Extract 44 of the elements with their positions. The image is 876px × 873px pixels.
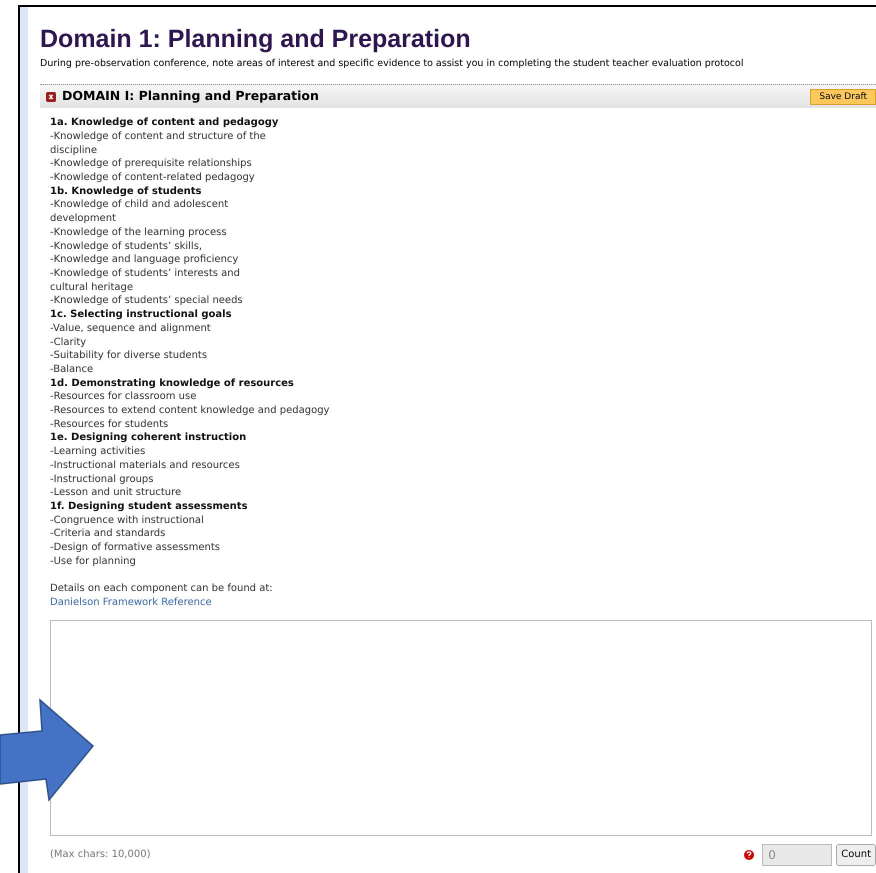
list-text: -Knowledge of prerequisite relationships [50, 157, 252, 172]
arrow-icon [0, 697, 96, 803]
list-text: -Instructional materials and resources [50, 458, 240, 473]
section-heading: 1c. Selecting instructional goals [50, 308, 232, 322]
section-heading: 1a. Knowledge of content and pedagogy [50, 116, 278, 130]
list-text: -Resources to extend content knowledge and pedagogy [50, 404, 330, 418]
section-heading: 1f. Designing student assessments [50, 500, 248, 514]
list-text: -Knowledge of content-related pedagogy [50, 171, 255, 185]
section-heading: 1b. Knowledge of students [50, 184, 202, 198]
list-text: -Knowledge of child and adolescent [50, 198, 228, 212]
list-text: -Value, sequence and alignment [50, 322, 211, 336]
list-text: -Congruence with instructional [50, 514, 204, 528]
list-text: -Suitability for diverse students [50, 349, 208, 363]
list-text: -Design of formative assessments [50, 541, 220, 555]
list-text: development [50, 212, 116, 226]
list-text: -Resources for classroom use [50, 390, 196, 404]
list-text: -Clarity [50, 336, 86, 350]
save-draft-button[interactable]: Save Draft [810, 88, 876, 105]
section-heading: 1e. Designing coherent instruction [50, 431, 246, 446]
collapse-icon[interactable] [46, 92, 56, 102]
list-text: -Knowledge of content and structure of the [50, 130, 266, 144]
max-chars-text: (Max chars: 10,000) [50, 848, 150, 862]
list-text: -Resources for students [50, 418, 168, 432]
list-text: -Knowledge of students’ special needs [50, 294, 243, 308]
list-text: -Lesson and unit structure [50, 486, 182, 500]
details-text: Details on each component can be found at: [50, 582, 273, 596]
list-text: cultural heritage [50, 280, 133, 294]
section-title: DOMAIN I: Planning and Preparation [62, 87, 319, 106]
list-text: -Knowledge of students’ skills, [50, 240, 202, 254]
intro-text: During pre-observation conference, note areas of interest and specific evidence to assist you in completing the student teacher evaluation protocol [40, 57, 744, 71]
page-title: Domain 1: Planning and Preparation [40, 25, 471, 53]
list-text: -Learning activities [50, 445, 146, 459]
section-heading: 1d. Demonstrating knowledge of resources [50, 376, 294, 390]
list-text: -Knowledge of students’ interests and [50, 266, 240, 281]
list-text: discipline [50, 144, 98, 158]
list-text: -Knowledge of the learning process [50, 226, 227, 240]
reference-link[interactable]: Danielson Framework Reference [50, 596, 212, 610]
count-button[interactable]: Count [836, 844, 876, 866]
list-text: -Knowledge and language proficiency [50, 253, 238, 267]
list-text: -Criteria and standards [50, 527, 166, 542]
list-text: -Balance [50, 362, 94, 377]
list-text: -Use for planning [50, 554, 136, 568]
list-text: -Instructional groups [50, 472, 154, 486]
help-icon[interactable] [744, 850, 754, 860]
